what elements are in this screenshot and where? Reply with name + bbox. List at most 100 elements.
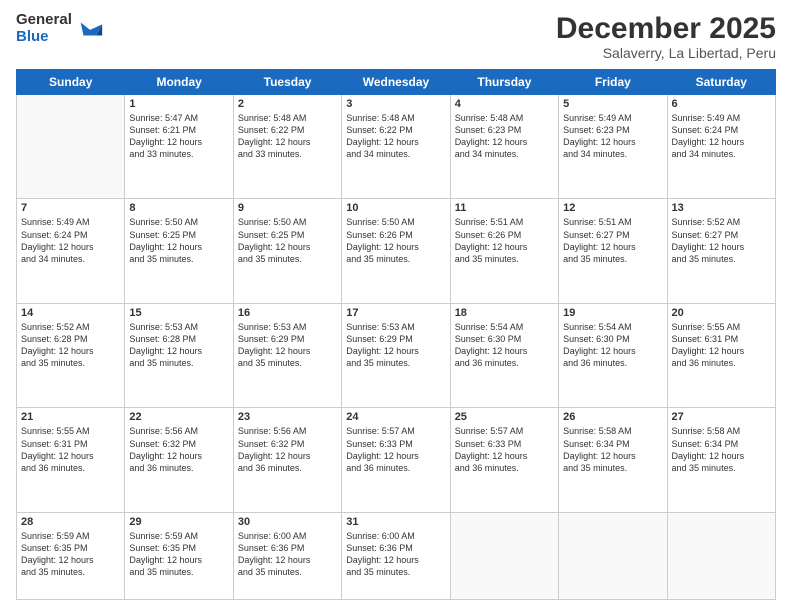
calendar-cell: 1 Sunrise: 5:47 AMSunset: 6:21 PMDaylight…: [125, 95, 233, 199]
calendar-cell: 12 Sunrise: 5:51 AMSunset: 6:27 PMDayligh…: [559, 199, 667, 303]
day-number: 8: [129, 202, 228, 214]
month-title: December 2025: [556, 12, 776, 45]
cell-daylight-info: Sunrise: 5:49 AMSunset: 6:24 PMDaylight:…: [672, 112, 771, 161]
cell-daylight-info: Sunrise: 5:52 AMSunset: 6:28 PMDaylight:…: [21, 321, 120, 370]
calendar-cell: 9 Sunrise: 5:50 AMSunset: 6:25 PMDaylight…: [233, 199, 341, 303]
calendar-cell: 3Sunrise: 5:48 AMSunset: 6:22 PMDaylight…: [342, 95, 450, 199]
day-number: 31: [346, 516, 445, 528]
day-number: 12: [563, 202, 662, 214]
day-number: 14: [21, 307, 120, 319]
logo-text: General Blue: [16, 12, 72, 45]
cell-daylight-info: Sunrise: 5:50 AMSunset: 6:25 PMDaylight:…: [238, 216, 337, 265]
calendar-cell: 14 Sunrise: 5:52 AMSunset: 6:28 PMDayligh…: [17, 303, 125, 407]
calendar-cell: 27 Sunrise: 5:58 AMSunset: 6:34 PMDayligh…: [667, 408, 775, 512]
calendar-cell: 6 Sunrise: 5:49 AMSunset: 6:24 PMDaylight…: [667, 95, 775, 199]
weekday-header: Wednesday: [342, 70, 450, 95]
day-number: 1: [129, 98, 228, 110]
day-number: 29: [129, 516, 228, 528]
cell-daylight-info: Sunrise: 5:57 AMSunset: 6:33 PMDaylight:…: [455, 425, 554, 474]
weekday-header: Tuesday: [233, 70, 341, 95]
calendar-cell: 23 Sunrise: 5:56 AMSunset: 6:32 PMDayligh…: [233, 408, 341, 512]
day-number: 30: [238, 516, 337, 528]
cell-daylight-info: Sunrise: 5:57 AMSunset: 6:33 PMDaylight:…: [346, 425, 445, 474]
cell-daylight-info: Sunrise: 5:52 AMSunset: 6:27 PMDaylight:…: [672, 216, 771, 265]
cell-daylight-info: Sunrise: 5:53 AMSunset: 6:28 PMDaylight:…: [129, 321, 228, 370]
day-number: 13: [672, 202, 771, 214]
day-number: 4: [455, 98, 554, 110]
cell-daylight-info: Sunrise: 5:54 AMSunset: 6:30 PMDaylight:…: [455, 321, 554, 370]
logo-general: General: [16, 12, 72, 29]
weekday-header-row: SundayMondayTuesdayWednesdayThursdayFrid…: [17, 70, 776, 95]
day-number: 9: [238, 202, 337, 214]
calendar-cell: 11 Sunrise: 5:51 AMSunset: 6:26 PMDayligh…: [450, 199, 558, 303]
day-number: 28: [21, 516, 120, 528]
calendar-table: SundayMondayTuesdayWednesdayThursdayFrid…: [16, 69, 776, 600]
cell-daylight-info: Sunrise: 5:50 AMSunset: 6:25 PMDaylight:…: [129, 216, 228, 265]
cell-daylight-info: Sunrise: 6:00 AMSunset: 6:36 PMDaylight:…: [238, 530, 337, 579]
cell-daylight-info: Sunrise: 5:50 AMSunset: 6:26 PMDaylight:…: [346, 216, 445, 265]
day-number: 21: [21, 411, 120, 423]
day-number: 18: [455, 307, 554, 319]
calendar-week-row: 14 Sunrise: 5:52 AMSunset: 6:28 PMDayligh…: [17, 303, 776, 407]
cell-daylight-info: Sunrise: 5:59 AMSunset: 6:35 PMDaylight:…: [129, 530, 228, 579]
calendar-week-row: 21 Sunrise: 5:55 AMSunset: 6:31 PMDayligh…: [17, 408, 776, 512]
calendar-cell: 22Sunrise: 5:56 AMSunset: 6:32 PMDayligh…: [125, 408, 233, 512]
weekday-header: Sunday: [17, 70, 125, 95]
day-number: 22: [129, 411, 228, 423]
calendar-cell: 30 Sunrise: 6:00 AMSunset: 6:36 PMDayligh…: [233, 512, 341, 599]
calendar-cell: 19 Sunrise: 5:54 AMSunset: 6:30 PMDayligh…: [559, 303, 667, 407]
calendar-cell: 28 Sunrise: 5:59 AMSunset: 6:35 PMDayligh…: [17, 512, 125, 599]
calendar-cell: 7 Sunrise: 5:49 AMSunset: 6:24 PMDaylight…: [17, 199, 125, 303]
day-number: 2: [238, 98, 337, 110]
cell-daylight-info: Sunrise: 5:49 AMSunset: 6:24 PMDaylight:…: [21, 216, 120, 265]
cell-daylight-info: Sunrise: 5:51 AMSunset: 6:26 PMDaylight:…: [455, 216, 554, 265]
day-number: 19: [563, 307, 662, 319]
weekday-header: Monday: [125, 70, 233, 95]
cell-daylight-info: Sunrise: 5:48 AMSunset: 6:23 PMDaylight:…: [455, 112, 554, 161]
calendar-cell: [17, 95, 125, 199]
calendar-cell: [450, 512, 558, 599]
calendar-week-row: 28 Sunrise: 5:59 AMSunset: 6:35 PMDayligh…: [17, 512, 776, 599]
cell-daylight-info: Sunrise: 6:00 AMSunset: 6:36 PMDaylight:…: [346, 530, 445, 579]
calendar-cell: 5 Sunrise: 5:49 AMSunset: 6:23 PMDaylight…: [559, 95, 667, 199]
logo-icon: [76, 15, 104, 43]
cell-daylight-info: Sunrise: 5:59 AMSunset: 6:35 PMDaylight:…: [21, 530, 120, 579]
day-number: 6: [672, 98, 771, 110]
location-subtitle: Salaverry, La Libertad, Peru: [556, 45, 776, 61]
calendar-cell: 8 Sunrise: 5:50 AMSunset: 6:25 PMDaylight…: [125, 199, 233, 303]
cell-daylight-info: Sunrise: 5:53 AMSunset: 6:29 PMDaylight:…: [346, 321, 445, 370]
day-number: 23: [238, 411, 337, 423]
day-number: 27: [672, 411, 771, 423]
calendar-cell: 24Sunrise: 5:57 AMSunset: 6:33 PMDayligh…: [342, 408, 450, 512]
weekday-header: Thursday: [450, 70, 558, 95]
calendar-cell: 26Sunrise: 5:58 AMSunset: 6:34 PMDayligh…: [559, 408, 667, 512]
day-number: 7: [21, 202, 120, 214]
calendar-cell: [559, 512, 667, 599]
day-number: 5: [563, 98, 662, 110]
calendar-cell: 2 Sunrise: 5:48 AMSunset: 6:22 PMDaylight…: [233, 95, 341, 199]
calendar-week-row: 7 Sunrise: 5:49 AMSunset: 6:24 PMDaylight…: [17, 199, 776, 303]
cell-daylight-info: Sunrise: 5:55 AMSunset: 6:31 PMDaylight:…: [21, 425, 120, 474]
calendar-cell: 17 Sunrise: 5:53 AMSunset: 6:29 PMDayligh…: [342, 303, 450, 407]
calendar-cell: 31 Sunrise: 6:00 AMSunset: 6:36 PMDayligh…: [342, 512, 450, 599]
logo-blue: Blue: [16, 29, 72, 46]
title-block: December 2025 Salaverry, La Libertad, Pe…: [556, 12, 776, 61]
cell-daylight-info: Sunrise: 5:49 AMSunset: 6:23 PMDaylight:…: [563, 112, 662, 161]
cell-daylight-info: Sunrise: 5:56 AMSunset: 6:32 PMDaylight:…: [238, 425, 337, 474]
day-number: 17: [346, 307, 445, 319]
cell-daylight-info: Sunrise: 5:55 AMSunset: 6:31 PMDaylight:…: [672, 321, 771, 370]
cell-daylight-info: Sunrise: 5:54 AMSunset: 6:30 PMDaylight:…: [563, 321, 662, 370]
day-number: 26: [563, 411, 662, 423]
calendar-cell: 25Sunrise: 5:57 AMSunset: 6:33 PMDayligh…: [450, 408, 558, 512]
day-number: 15: [129, 307, 228, 319]
cell-daylight-info: Sunrise: 5:51 AMSunset: 6:27 PMDaylight:…: [563, 216, 662, 265]
day-number: 11: [455, 202, 554, 214]
calendar-cell: 18 Sunrise: 5:54 AMSunset: 6:30 PMDayligh…: [450, 303, 558, 407]
calendar-cell: 4 Sunrise: 5:48 AMSunset: 6:23 PMDaylight…: [450, 95, 558, 199]
calendar-cell: 16Sunrise: 5:53 AMSunset: 6:29 PMDayligh…: [233, 303, 341, 407]
page: General Blue December 2025 Salaverry, La…: [0, 0, 792, 612]
cell-daylight-info: Sunrise: 5:58 AMSunset: 6:34 PMDaylight:…: [672, 425, 771, 474]
cell-daylight-info: Sunrise: 5:48 AMSunset: 6:22 PMDaylight:…: [238, 112, 337, 161]
calendar-cell: 20Sunrise: 5:55 AMSunset: 6:31 PMDayligh…: [667, 303, 775, 407]
cell-daylight-info: Sunrise: 5:47 AMSunset: 6:21 PMDaylight:…: [129, 112, 228, 161]
